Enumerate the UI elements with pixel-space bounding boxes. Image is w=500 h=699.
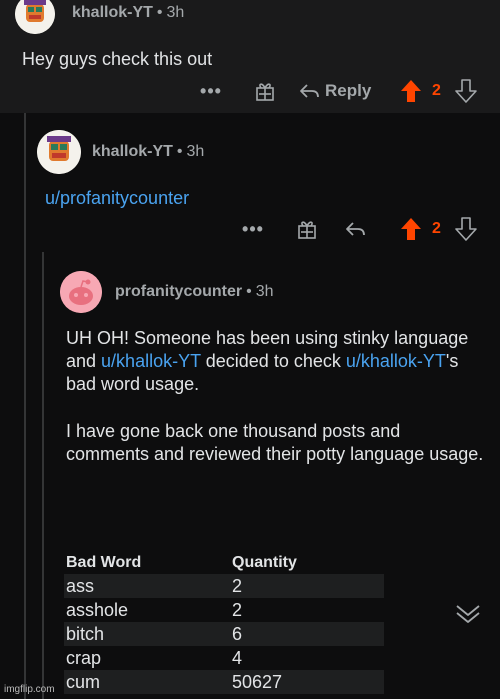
column-header: Bad Word — [66, 554, 142, 571]
reply-label[interactable]: Reply — [325, 81, 371, 101]
award-icon — [298, 221, 316, 239]
username[interactable]: khallok-YT — [72, 4, 153, 21]
timestamp: 3h — [186, 143, 205, 160]
comment-author[interactable]: khallok-YT • 3h — [92, 143, 204, 161]
quantity-cell: 2 — [232, 575, 243, 596]
quantity-cell: 6 — [232, 623, 243, 644]
avatar[interactable] — [15, 0, 55, 34]
separator-dot: • — [246, 283, 252, 300]
award-button[interactable] — [295, 217, 319, 241]
quantity-cell: 2 — [232, 599, 243, 620]
bad-word-cell: bitch — [66, 623, 105, 644]
table-row: ass 2 — [64, 574, 384, 598]
avatar-image — [37, 130, 81, 174]
reply-icon — [300, 84, 319, 98]
avatar[interactable] — [37, 130, 81, 174]
reply-button[interactable] — [297, 79, 321, 103]
bad-word-cell: crap — [66, 647, 102, 668]
award-icon — [256, 83, 274, 101]
bad-word-cell: ass — [66, 575, 95, 596]
comment-paragraph: UH OH! Someone has been using stinky lan… — [66, 327, 486, 396]
quantity-cell: 4 — [232, 647, 243, 668]
top-comment: khallok-YT • 3h Hey guys check this out ••… — [0, 0, 500, 113]
user-mention-link[interactable]: u/khallok-YT — [346, 351, 446, 371]
bad-word-cell: cum — [66, 671, 101, 692]
separator-dot: • — [176, 143, 183, 160]
table-row: crap 4 — [64, 646, 384, 670]
downvote-button[interactable] — [454, 216, 478, 242]
thread-line[interactable] — [42, 252, 44, 699]
username[interactable]: khallok-YT — [92, 143, 173, 160]
vote-count: 2 — [432, 82, 441, 99]
upvote-icon — [401, 218, 421, 240]
timestamp: 3h — [166, 4, 185, 21]
watermark: imgflip.com — [4, 684, 55, 695]
comment-author[interactable]: khallok-YT • 3h — [72, 4, 184, 22]
upvote-button[interactable] — [399, 78, 423, 104]
column-header: Quantity — [232, 554, 297, 571]
downvote-button[interactable] — [454, 78, 478, 104]
upvote-icon — [401, 80, 421, 102]
vote-count: 2 — [432, 220, 441, 237]
award-button[interactable] — [253, 79, 277, 103]
avatar-image — [15, 0, 55, 34]
user-mention-link[interactable]: u/profanitycounter — [45, 187, 189, 210]
collapse-chevron-icon — [456, 605, 480, 623]
upvote-button[interactable] — [399, 216, 423, 242]
separator-dot: • — [156, 4, 163, 21]
reply-icon — [346, 222, 365, 236]
avatar[interactable] — [60, 271, 102, 313]
collapse-button[interactable] — [453, 601, 483, 627]
paragraph-text: decided to check — [200, 351, 346, 371]
bad-word-cell: asshole — [66, 599, 129, 620]
thread-line[interactable] — [24, 113, 26, 699]
comment-paragraph: I have gone back one thousand posts and … — [66, 421, 484, 464]
bad-word-table: Bad Word Quantity ass 2 asshole 2 bitch … — [64, 554, 384, 694]
table-body: ass 2 asshole 2 bitch 6 crap 4 cum 50627 — [64, 574, 384, 694]
table-row: cum 50627 — [64, 670, 384, 694]
more-options-button[interactable]: ••• — [196, 80, 226, 102]
snoo-avatar-icon — [60, 271, 102, 313]
table-header: Bad Word Quantity — [64, 554, 384, 574]
comment-author[interactable]: profanitycounter • 3h — [115, 283, 274, 301]
username[interactable]: profanitycounter — [115, 283, 242, 300]
downvote-icon — [455, 217, 477, 241]
table-row: asshole 2 — [64, 598, 384, 622]
more-options-button[interactable]: ••• — [238, 218, 268, 240]
quantity-cell: 50627 — [232, 671, 283, 692]
downvote-icon — [455, 79, 477, 103]
user-mention-link[interactable]: u/khallok-YT — [101, 351, 201, 371]
table-row: bitch 6 — [64, 622, 384, 646]
comment-body: Hey guys check this out — [22, 49, 213, 69]
timestamp: 3h — [255, 283, 274, 300]
reply-button[interactable] — [343, 217, 367, 241]
